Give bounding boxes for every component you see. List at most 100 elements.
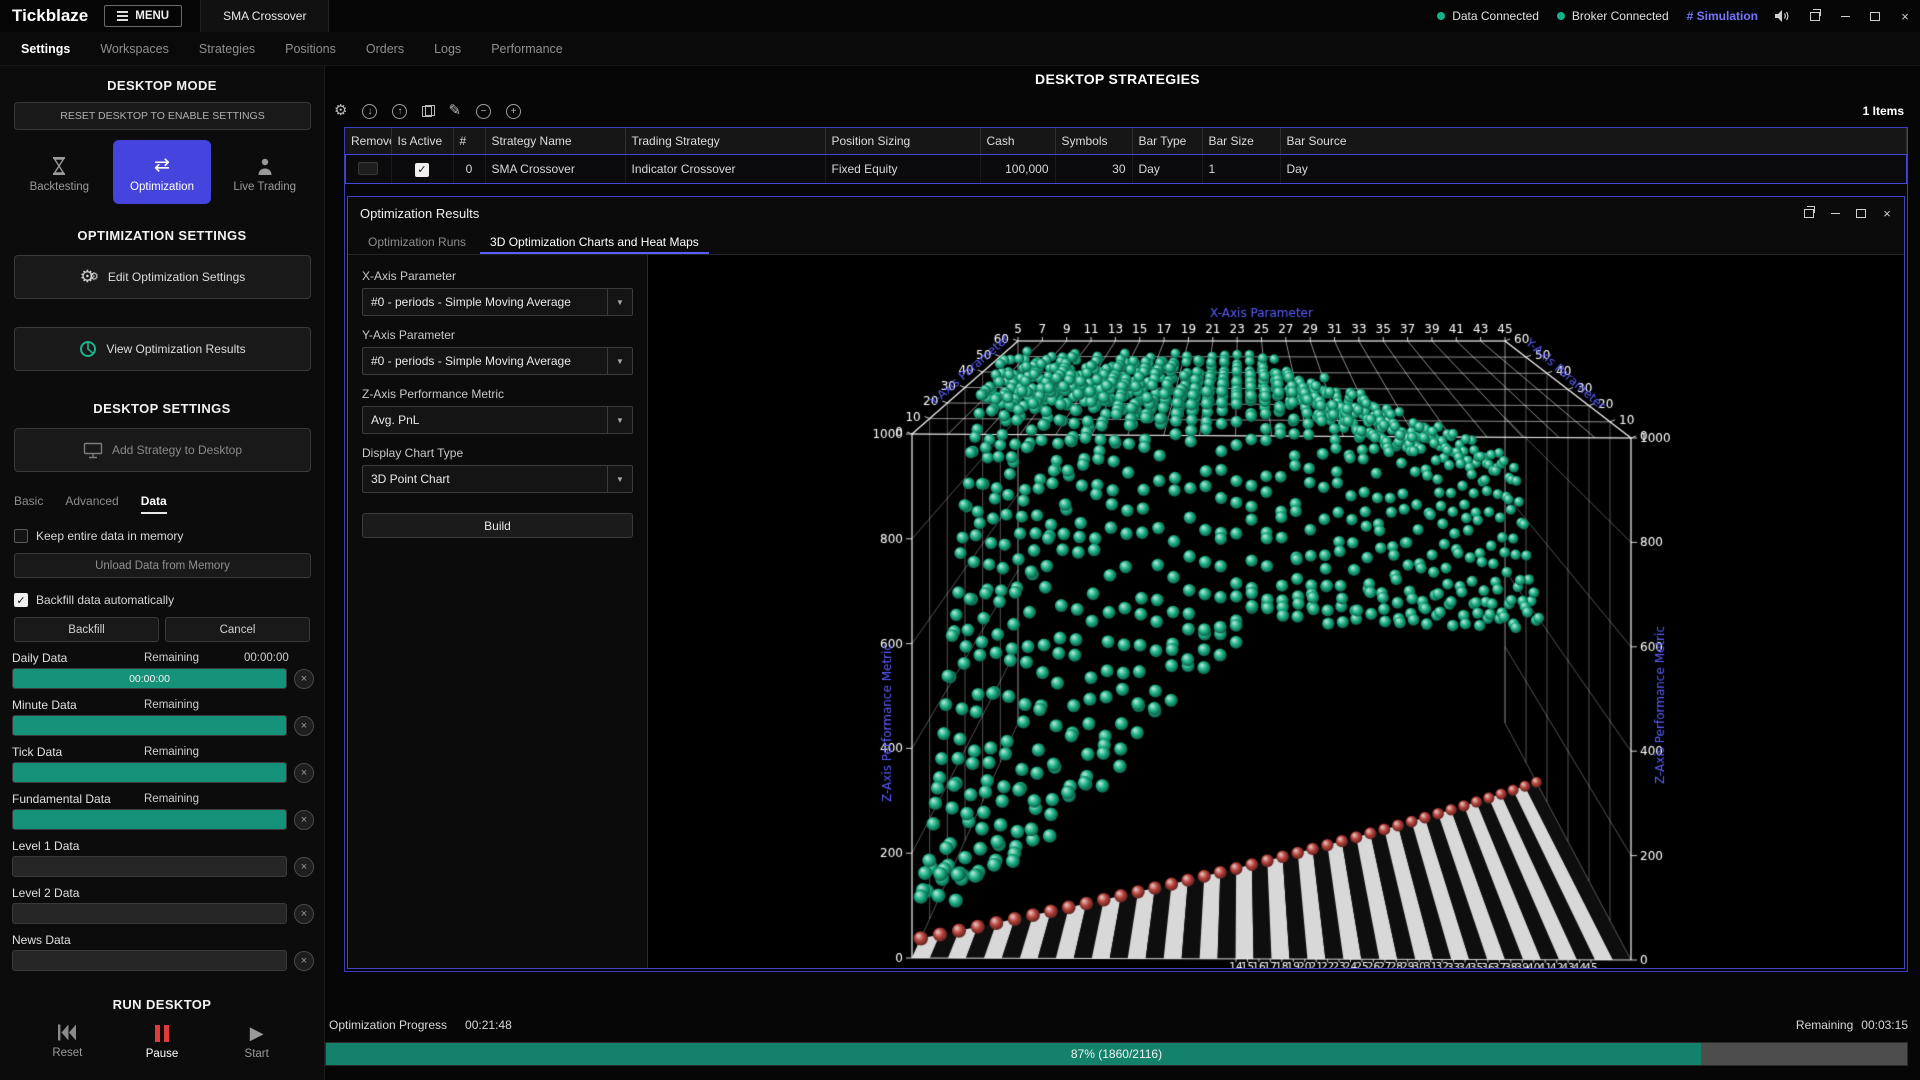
y-axis-parameter-select[interactable]: #0 - periods - Simple Moving Average ▼ bbox=[362, 347, 633, 375]
desktop-settings-heading: DESKTOP SETTINGS bbox=[0, 401, 324, 416]
desktop-strategies-panel: RemoveIs Active#Strategy NameTrading Str… bbox=[344, 127, 1908, 972]
build-button[interactable]: Build bbox=[362, 513, 633, 538]
menu-button[interactable]: MENU bbox=[104, 5, 182, 27]
view-optimization-results-button[interactable]: View Optimization Results bbox=[14, 327, 311, 371]
minimize-button[interactable] bbox=[1830, 0, 1860, 32]
backfill-auto-row: ✓ Backfill data automatically bbox=[14, 593, 310, 607]
progress-text bbox=[13, 904, 286, 923]
backfill-auto-checkbox[interactable]: ✓ bbox=[14, 593, 28, 607]
column-header-bar-size[interactable]: Bar Size bbox=[1202, 128, 1280, 154]
cancel-data-button[interactable]: × bbox=[294, 763, 314, 783]
start-run-button[interactable]: ▶ Start bbox=[209, 1024, 304, 1060]
nav-tab-logs[interactable]: Logs bbox=[419, 32, 476, 66]
optimization-window-titlebar[interactable]: Optimization Results × bbox=[348, 197, 1904, 229]
pause-run-button[interactable]: Pause bbox=[115, 1024, 210, 1060]
y-axis-parameter-label: Y-Axis Parameter bbox=[362, 328, 633, 342]
hourglass-icon bbox=[50, 152, 68, 176]
document-tab[interactable]: SMA Crossover bbox=[200, 0, 329, 32]
tab-3d-optimization-charts[interactable]: 3D Optimization Charts and Heat Maps bbox=[480, 231, 709, 254]
mode-backtesting[interactable]: Backtesting bbox=[10, 140, 109, 204]
copy-icon[interactable] bbox=[422, 105, 433, 117]
progress-bar: 00:00:00 bbox=[12, 668, 287, 689]
column-header-bar-source[interactable]: Bar Source bbox=[1280, 128, 1907, 154]
edit-pencil-icon[interactable]: ✎ bbox=[448, 103, 461, 119]
move-down-icon[interactable]: ↓ bbox=[362, 104, 377, 119]
reset-label: Reset bbox=[52, 1047, 82, 1059]
add-strategy-button[interactable]: Add Strategy to Desktop bbox=[14, 428, 311, 472]
column-header-position-sizing[interactable]: Position Sizing bbox=[825, 128, 980, 154]
reset-icon bbox=[57, 1024, 77, 1041]
gear-icon[interactable]: ⚙ bbox=[334, 103, 347, 119]
nav-tab-performance[interactable]: Performance bbox=[476, 32, 578, 66]
tab-advanced[interactable]: Advanced bbox=[65, 494, 118, 514]
table-row[interactable]: ✓0SMA CrossoverIndicator CrossoverFixed … bbox=[345, 154, 1907, 184]
move-up-icon[interactable]: ↑ bbox=[392, 104, 407, 119]
reset-desktop-button[interactable]: RESET DESKTOP TO ENABLE SETTINGS bbox=[14, 102, 311, 130]
cancel-data-button[interactable]: × bbox=[294, 904, 314, 924]
cancel-data-button[interactable]: × bbox=[294, 669, 314, 689]
nav-tab-workspaces[interactable]: Workspaces bbox=[85, 32, 184, 66]
strategy-name-link[interactable]: SMA Crossover bbox=[485, 154, 625, 184]
data-type-label: Fundamental Data bbox=[12, 792, 144, 806]
column-header-trading-strategy[interactable]: Trading Strategy bbox=[625, 128, 825, 154]
remaining-label: Remaining bbox=[144, 793, 244, 805]
reset-run-button[interactable]: Reset bbox=[20, 1024, 115, 1060]
minimize-button[interactable] bbox=[1822, 202, 1848, 224]
cancel-backfill-button[interactable]: Cancel bbox=[165, 617, 310, 642]
column-header-bar-type[interactable]: Bar Type bbox=[1132, 128, 1202, 154]
data-connected-label: Data Connected bbox=[1452, 9, 1539, 23]
data-row-fundamental-data: Fundamental DataRemaining × bbox=[12, 792, 314, 830]
position-sizing-cell: Fixed Equity bbox=[825, 154, 980, 184]
keep-data-checkbox[interactable] bbox=[14, 529, 28, 543]
optimization-window-title: Optimization Results bbox=[360, 206, 479, 221]
data-row-minute-data: Minute DataRemaining× bbox=[12, 698, 314, 736]
dock-window-button[interactable] bbox=[1796, 202, 1822, 224]
column-header-symbols[interactable]: Symbols bbox=[1055, 128, 1132, 154]
remove-strategy-icon[interactable]: − bbox=[476, 104, 491, 119]
mode-optimization[interactable]: ⇄ Optimization bbox=[113, 140, 212, 204]
unload-data-button[interactable]: Unload Data from Memory bbox=[14, 553, 311, 578]
swap-arrows-icon: ⇄ bbox=[154, 152, 170, 176]
nav-tab-positions[interactable]: Positions bbox=[270, 32, 351, 66]
tab-data[interactable]: Data bbox=[141, 494, 167, 514]
optimization-3d-chart[interactable] bbox=[648, 255, 1904, 968]
nav-tab-orders[interactable]: Orders bbox=[351, 32, 419, 66]
column-header-strategy-name[interactable]: Strategy Name bbox=[485, 128, 625, 154]
cancel-data-button[interactable]: × bbox=[294, 857, 314, 877]
dock-window-button[interactable] bbox=[1800, 0, 1830, 32]
bar-type-cell: Day bbox=[1132, 154, 1202, 184]
z-axis-metric-select[interactable]: Avg. PnL ▼ bbox=[362, 406, 633, 434]
progress-bar bbox=[12, 715, 287, 736]
nav-tab-settings[interactable]: Settings bbox=[6, 32, 85, 66]
display-chart-type-value: 3D Point Chart bbox=[363, 472, 607, 486]
data-connected-dot bbox=[1437, 12, 1445, 20]
speaker-icon[interactable] bbox=[1774, 9, 1790, 23]
tab-basic[interactable]: Basic bbox=[14, 494, 43, 514]
data-row-level-2-data: Level 2 Data× bbox=[12, 886, 314, 924]
backfill-button[interactable]: Backfill bbox=[14, 617, 159, 642]
maximize-button[interactable] bbox=[1848, 202, 1874, 224]
add-strategy-icon[interactable]: + bbox=[506, 104, 521, 119]
is-active-checkbox[interactable]: ✓ bbox=[415, 163, 429, 177]
close-button[interactable]: × bbox=[1890, 0, 1920, 32]
nav-tab-strategies[interactable]: Strategies bbox=[184, 32, 270, 66]
close-button[interactable]: × bbox=[1874, 202, 1900, 224]
edit-optimization-settings-button[interactable]: ⚙⚙ Edit Optimization Settings bbox=[14, 255, 311, 299]
mode-live-trading[interactable]: Live Trading bbox=[215, 140, 314, 204]
remaining-label: Remaining bbox=[144, 652, 244, 664]
column-header-cash[interactable]: Cash bbox=[980, 128, 1055, 154]
column-header--[interactable]: # bbox=[453, 128, 485, 154]
optimization-progress-bar: 87% (1860/2116) bbox=[325, 1042, 1908, 1066]
cancel-data-button[interactable]: × bbox=[294, 716, 314, 736]
column-header-remove[interactable]: Remove bbox=[345, 128, 391, 154]
cancel-data-button[interactable]: × bbox=[294, 951, 314, 971]
cancel-data-button[interactable]: × bbox=[294, 810, 314, 830]
remove-row-button[interactable] bbox=[358, 162, 378, 175]
table-header-row: RemoveIs Active#Strategy NameTrading Str… bbox=[345, 128, 1907, 154]
app-logo: Tickblaze bbox=[0, 6, 104, 26]
column-header-is-active[interactable]: Is Active bbox=[391, 128, 453, 154]
x-axis-parameter-select[interactable]: #0 - periods - Simple Moving Average ▼ bbox=[362, 288, 633, 316]
display-chart-type-select[interactable]: 3D Point Chart ▼ bbox=[362, 465, 633, 493]
tab-optimization-runs[interactable]: Optimization Runs bbox=[358, 231, 476, 254]
maximize-button[interactable] bbox=[1860, 0, 1890, 32]
